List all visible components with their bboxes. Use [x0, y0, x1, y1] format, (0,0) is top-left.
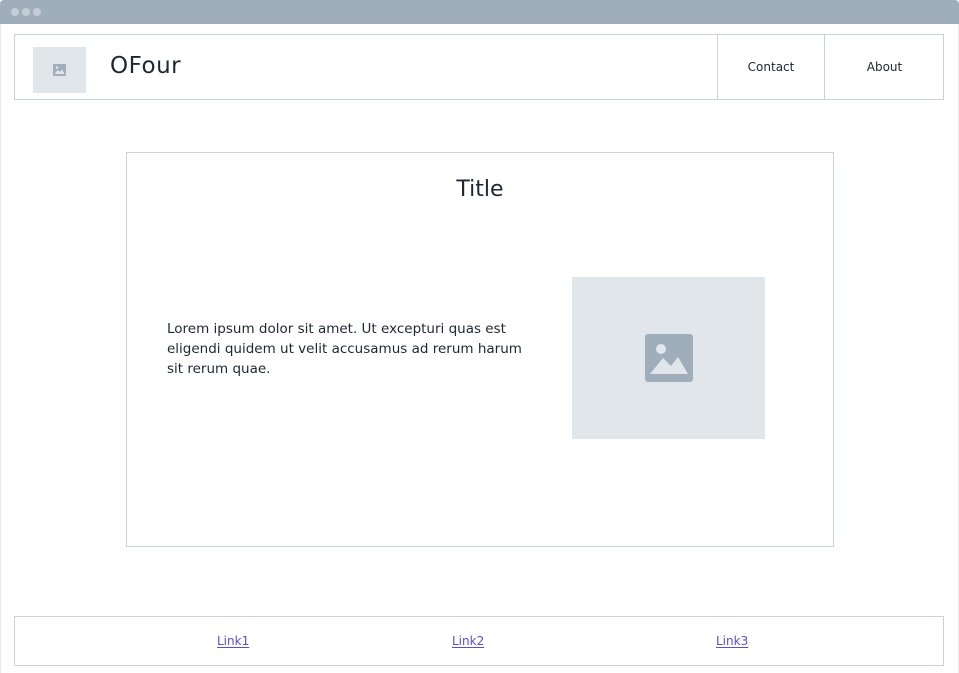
window-titlebar: [0, 0, 959, 24]
window-dot-icon: [33, 8, 41, 16]
site-footer: Link1 Link2 Link3: [14, 616, 944, 666]
logo[interactable]: [33, 47, 86, 93]
site-header: OFour Contact About: [14, 34, 944, 100]
card-image: [572, 277, 765, 439]
content-card: Title Lorem ipsum dolor sit amet. Ut exc…: [126, 152, 834, 547]
image-placeholder-icon: [53, 64, 66, 76]
card-title: Title: [456, 177, 504, 202]
window-dot-icon: [11, 8, 19, 16]
nav-contact[interactable]: Contact: [717, 35, 824, 99]
footer-link-1[interactable]: Link1: [217, 634, 249, 648]
window-dot-icon: [22, 8, 30, 16]
nav-about[interactable]: About: [824, 35, 944, 99]
brand-name: OFour: [110, 53, 182, 79]
footer-link-2[interactable]: Link2: [452, 634, 484, 648]
card-body-text: Lorem ipsum dolor sit amet. Ut excepturi…: [167, 321, 522, 377]
image-placeholder-icon: [644, 334, 693, 382]
footer-link-3[interactable]: Link3: [716, 634, 748, 648]
